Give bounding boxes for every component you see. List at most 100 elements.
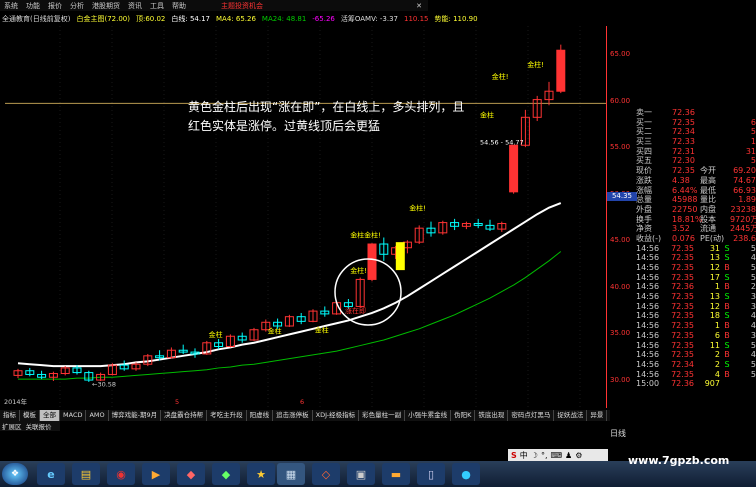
indicator-tab[interactable]: 阳虚线 xyxy=(247,410,274,421)
menu-item[interactable]: 系统 xyxy=(3,1,25,11)
app-icon: ● xyxy=(461,467,471,481)
price-axis-label: 40.00 xyxy=(610,282,631,291)
chrome-button[interactable]: ◉ xyxy=(107,463,135,485)
indicator-tab[interactable]: 博弈戏能-期9月 xyxy=(109,410,162,421)
moon-icon[interactable]: ☽ xyxy=(531,451,538,460)
app-button-9[interactable]: ● xyxy=(452,463,480,485)
quote-cell: 涨跌 xyxy=(636,175,652,185)
indicator-tab[interactable]: 决盘霸仓持帮 xyxy=(161,410,208,421)
start-button[interactable]: ❖ xyxy=(2,463,28,485)
tick-cell: 5 xyxy=(750,359,756,369)
gold-label: 金柱 xyxy=(209,330,223,339)
menu-item[interactable]: 报价 xyxy=(47,1,69,11)
tab-related-quotes[interactable]: 关联报价 xyxy=(26,421,52,431)
quote-cell: 31 xyxy=(745,146,756,156)
chrome-icon: ◉ xyxy=(116,467,126,481)
punct-icon[interactable]: °, xyxy=(541,451,548,460)
indicator-tab[interactable]: 指标 xyxy=(0,410,20,421)
tick-row: 14:56 72.35 17 S 5 xyxy=(636,273,756,283)
quote-cell: 72.36 xyxy=(672,108,695,117)
indicator-tab[interactable]: AMO xyxy=(86,410,109,421)
menu-item[interactable]: 资讯 xyxy=(127,1,149,11)
indicator-tab[interactable]: 考吃主升段 xyxy=(207,410,247,421)
quote-cell: 6.44% xyxy=(672,185,698,195)
quote-cell xyxy=(730,108,756,118)
menu-item[interactable]: 功能 xyxy=(25,1,47,11)
indicator-tab[interactable]: 伪阳K xyxy=(451,410,476,421)
app-button-2[interactable]: ◆ xyxy=(212,463,240,485)
order-book-row: 卖一 72.36 xyxy=(636,108,756,118)
ime-mode[interactable]: 中 xyxy=(520,450,528,461)
tick-cell: 72.36 xyxy=(671,282,694,292)
quote-cell xyxy=(700,137,730,147)
menu-item[interactable]: 帮助 xyxy=(171,1,193,11)
app-icon: ◇ xyxy=(321,467,331,481)
white-line-value: 白线: 54.17 xyxy=(171,14,211,23)
gold-label: 金柱! xyxy=(527,60,544,69)
player-button[interactable]: ▶ xyxy=(142,463,170,485)
tick-cell: 18 xyxy=(709,311,720,321)
range-label: 54.56 - 54.77 xyxy=(480,138,524,146)
app-button-8[interactable]: ▯ xyxy=(417,463,445,485)
quote-cell: 72.33 xyxy=(672,137,695,147)
tick-row: 14:56 72.35 4 B 5 xyxy=(636,370,756,380)
user-icon[interactable]: ♟ xyxy=(565,451,572,460)
indicator-tab[interactable]: 铁底出现 xyxy=(475,410,509,421)
quote-cell: 18.81% xyxy=(672,214,703,224)
quote-cell: 现价 xyxy=(636,166,652,176)
order-book-row: 买四 72.31 31 xyxy=(636,147,756,157)
tick-cell: 17 xyxy=(709,272,720,282)
windows-icon: ❖ xyxy=(10,469,20,479)
tick-cell: B xyxy=(724,282,730,292)
app-icon: ◆ xyxy=(186,467,196,481)
tick-cell: 3 xyxy=(750,330,756,340)
tick-cell: 3 xyxy=(750,301,756,311)
menu-item[interactable]: 工具 xyxy=(149,1,171,11)
indicator-tab[interactable]: 模板 xyxy=(20,410,40,421)
app-button-3[interactable]: ★ xyxy=(247,463,275,485)
order-book-row: 买二 72.34 5 xyxy=(636,127,756,137)
app-button-4[interactable]: ▦ xyxy=(277,463,305,485)
price-axis-label: 60.00 xyxy=(610,96,631,105)
indicator-tab[interactable]: XDJ-经极指标 xyxy=(313,410,360,421)
tick-cell: 4 xyxy=(750,350,756,360)
app-window: { "menu":["系统","功能","报价","分析","港股期货","资讯… xyxy=(0,0,756,487)
keyboard-icon[interactable]: ⌨ xyxy=(550,451,562,460)
right-tab-daily[interactable]: 日线 xyxy=(610,428,626,439)
ie-button[interactable]: e xyxy=(37,463,65,485)
app-button-5[interactable]: ◇ xyxy=(312,463,340,485)
quote-cell: 今开 xyxy=(700,166,716,176)
menu-item[interactable]: 分析 xyxy=(69,1,91,11)
tick-cell: 4 xyxy=(750,253,756,263)
indicator-name[interactable]: 白金主图(72.00) xyxy=(76,14,130,24)
indicator-tab[interactable]: 全部 xyxy=(40,410,60,421)
indicator-tab[interactable]: 捉妖战法 xyxy=(554,410,588,421)
indicator-tab[interactable]: 小强牛累金线 xyxy=(405,410,452,421)
indicator-tab[interactable]: MACD xyxy=(60,410,87,421)
gear-icon[interactable]: ⚙ xyxy=(575,451,582,460)
tab-extension[interactable]: 扩展区 xyxy=(2,421,22,431)
quote-cell xyxy=(700,147,730,157)
close-icon[interactable]: ✕ xyxy=(416,2,422,10)
annotation-line1: 黄色金柱后出现“涨在即”，在白线上，多头排列，且 xyxy=(188,99,464,114)
indicator-tab[interactable]: 彩色量柱一副 xyxy=(359,410,406,421)
ime-icon[interactable]: S xyxy=(511,451,517,460)
quote-cell: 最高 xyxy=(700,175,716,185)
app-button-7[interactable]: ▬ xyxy=(382,463,410,485)
indicator-tab[interactable]: 多空对比指标 xyxy=(607,410,610,421)
indicator-tab[interactable]: 追击涨停板 xyxy=(273,410,313,421)
quote-cell: 72.31 xyxy=(672,146,695,156)
indicator-tab[interactable]: 密码点灯黑马 xyxy=(508,410,555,421)
tick-cell: 1 xyxy=(714,321,720,331)
candlestick-chart[interactable]: 金柱 金柱 金柱金柱!金柱金柱!金柱!金柱金柱!金柱!54.56 - 54.77←3… xyxy=(0,26,606,408)
gold-label: 金柱 xyxy=(315,326,329,335)
gold-label: 金柱金柱! xyxy=(350,230,381,239)
app-button-6[interactable]: ▣ xyxy=(347,463,375,485)
app-button-1[interactable]: ◆ xyxy=(177,463,205,485)
indicator-tab[interactable]: 异景 xyxy=(587,410,608,421)
ma4-value: MA4: 65.26 xyxy=(216,14,256,23)
menu-item[interactable]: 港股期货 xyxy=(91,1,127,11)
alert-link[interactable]: 主题投资机会 xyxy=(221,1,263,11)
explorer-button[interactable]: ▤ xyxy=(72,463,100,485)
tick-row: 14:56 72.35 6 B 3 xyxy=(636,331,756,341)
